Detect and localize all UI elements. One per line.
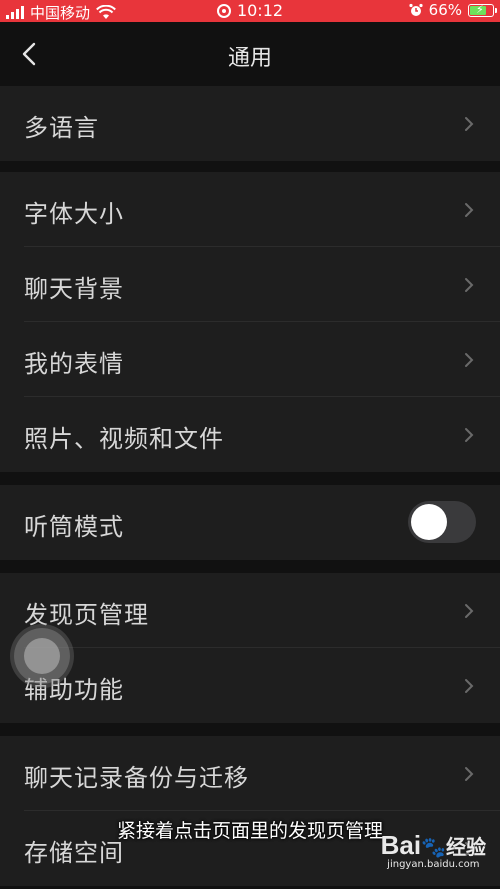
status-right: 66% ⚡ [409,1,497,19]
chevron-right-icon [465,428,474,442]
battery-charging-icon: ⚡ [468,3,497,17]
chevron-right-icon [465,117,474,131]
nav-bar: 通用 [0,22,500,84]
row-chat-backup[interactable]: 聊天记录备份与迁移 [0,736,500,811]
chevron-right-icon [465,203,474,217]
watermark-logo-text: Bai [380,830,422,860]
screen-record-icon [216,4,231,18]
row-label: 聊天记录备份与迁移 [24,764,249,792]
row-font-size[interactable]: 字体大小 [0,172,500,247]
alarm-icon [409,3,423,16]
chevron-right-icon [465,767,474,781]
chevron-right-icon [465,679,474,693]
chevron-right-icon [465,278,474,292]
receiver-mode-toggle[interactable] [408,501,476,543]
toggle-knob [411,504,447,540]
row-label: 聊天背景 [24,275,124,303]
row-label: 字体大小 [24,200,124,228]
watermark-logo: Bai🐾经验 [381,830,486,861]
row-label: 照片、视频和文件 [24,425,224,453]
group-receiver: 听筒模式 [0,485,500,560]
row-discover-management[interactable]: 发现页管理 [0,573,500,648]
row-label: 多语言 [24,114,99,142]
row-photos-videos-files[interactable]: 照片、视频和文件 [0,397,500,472]
group-display: 字体大小 聊天背景 我的表情 照片、视频和文件 [0,172,500,472]
paw-icon: 🐾 [421,837,446,859]
chevron-right-icon [465,604,474,618]
baidu-watermark: Bai🐾经验 jingyan.baidu.com [381,830,486,870]
watermark-logo-suffix: 经验 [446,837,486,859]
status-bar: 中国移动 10:12 66% ⚡ [0,0,500,22]
battery-percent: 66% [428,1,462,19]
row-label: 发现页管理 [24,601,149,629]
row-my-stickers[interactable]: 我的表情 [0,322,500,397]
group-language: 多语言 [0,86,500,161]
assistive-touch-button[interactable] [14,628,70,684]
page-title: 通用 [227,46,272,71]
row-label: 听筒模式 [24,513,124,541]
group-discover: 发现页管理 辅助功能 [0,573,500,723]
row-accessibility[interactable]: 辅助功能 [0,648,500,723]
row-language[interactable]: 多语言 [0,86,500,161]
watermark-url: jingyan.baidu.com [387,859,480,870]
row-receiver-mode: 听筒模式 [0,485,500,560]
chevron-right-icon [465,353,474,367]
clock: 10:12 [236,1,284,20]
row-chat-background[interactable]: 聊天背景 [0,247,500,322]
row-label: 我的表情 [24,350,124,378]
